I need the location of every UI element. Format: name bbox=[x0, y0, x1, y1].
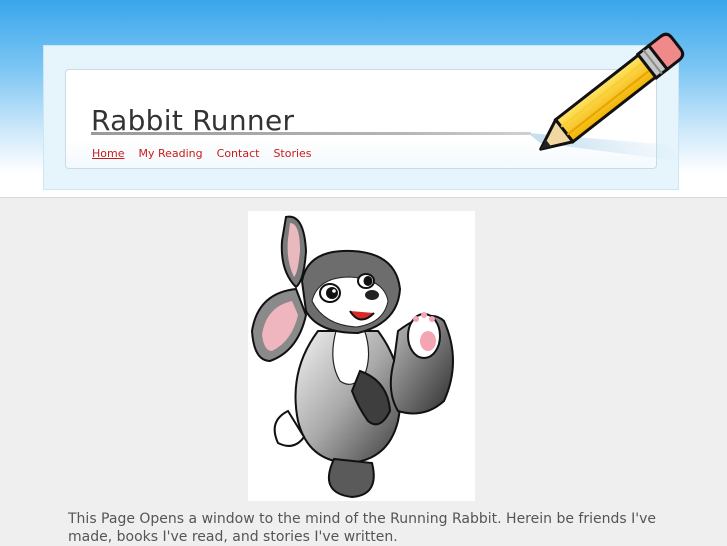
nav-link-stories[interactable]: Stories bbox=[273, 146, 311, 162]
nav-link-contact[interactable]: Contact bbox=[217, 146, 260, 162]
main-nav: Home My Reading Contact Stories bbox=[92, 146, 312, 162]
nav-link-my-reading[interactable]: My Reading bbox=[138, 146, 202, 162]
title-underline bbox=[91, 132, 531, 135]
pencil-icon bbox=[528, 32, 685, 161]
intro-text: This Page Opens a window to the mind of … bbox=[68, 511, 656, 545]
nav-link-home[interactable]: Home bbox=[92, 146, 124, 162]
cartoon-rabbit-image bbox=[250, 215, 454, 499]
rabbit-image-frame bbox=[248, 211, 475, 501]
